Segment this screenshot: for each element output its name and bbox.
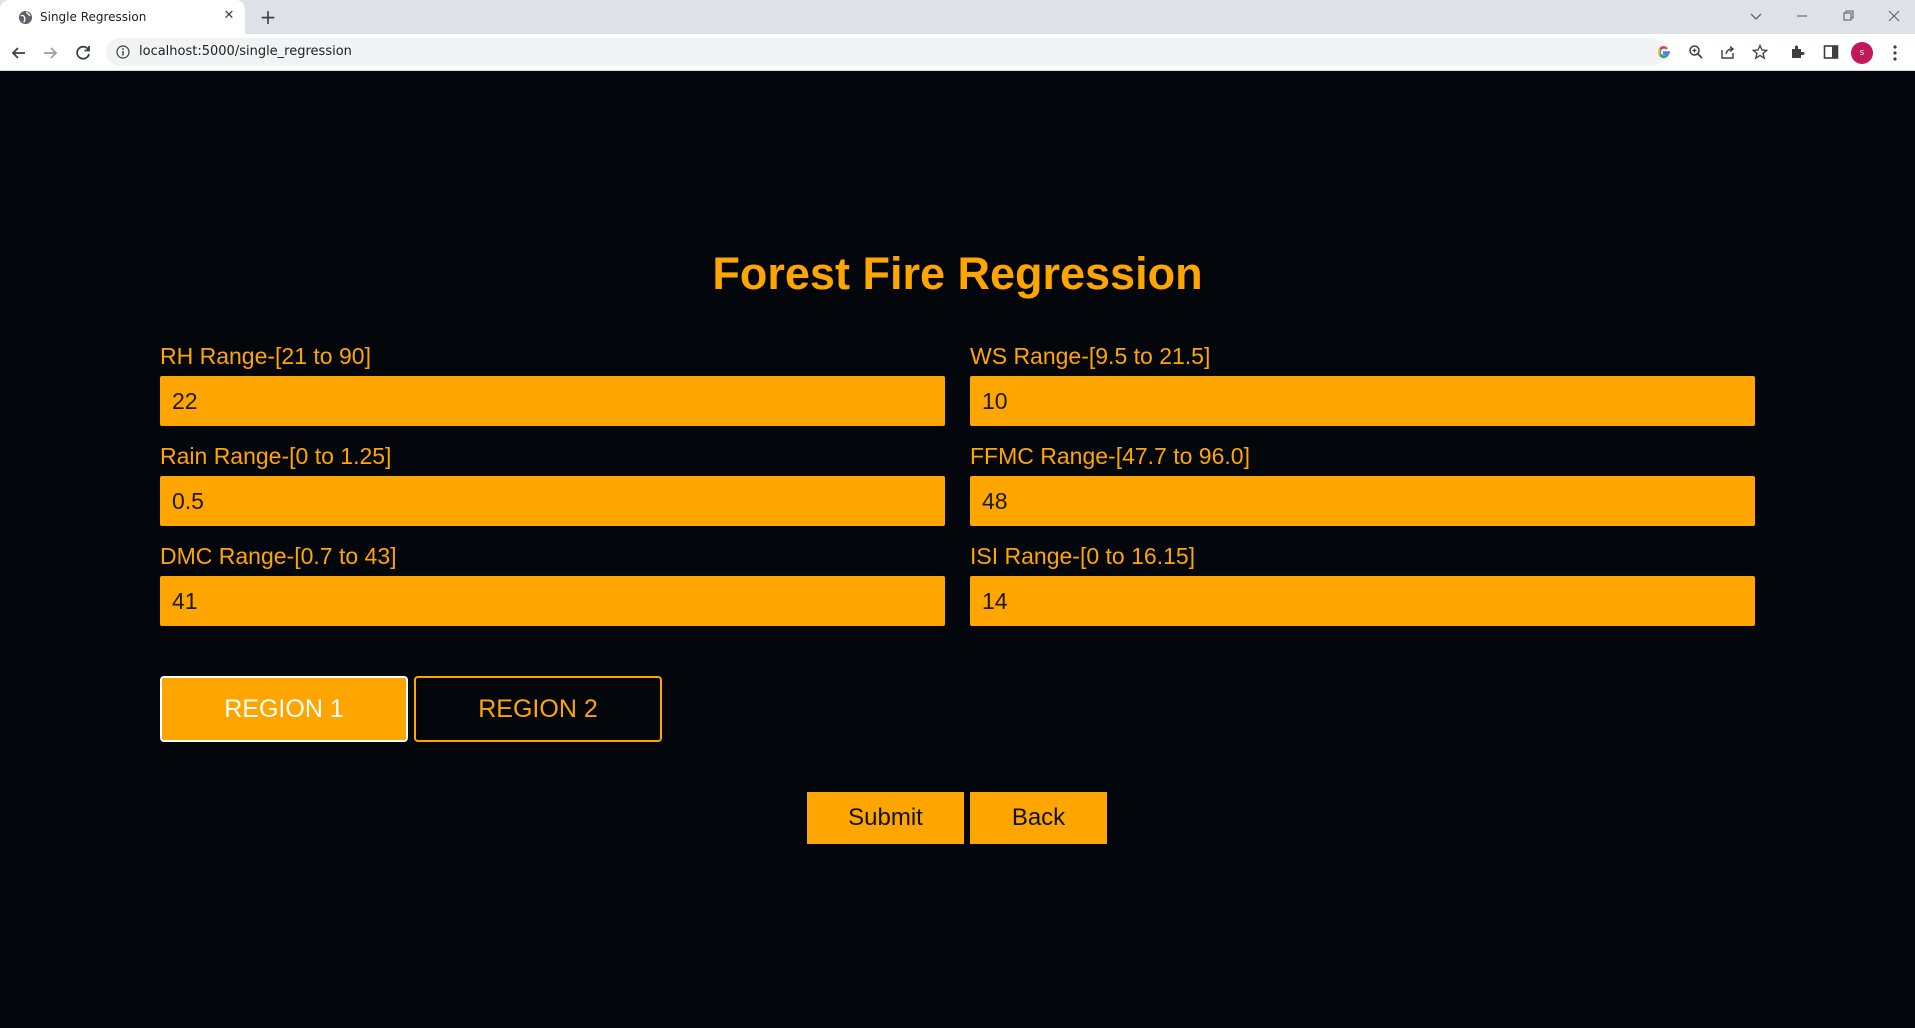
zoom-icon[interactable]: [1688, 44, 1704, 60]
ws-label: WS Range-[9.5 to 21.5]: [970, 343, 1211, 369]
tab-title: Single Regression: [40, 10, 147, 24]
address-bar[interactable]: localhost:5000/single_regression: [106, 38, 1768, 66]
google-icon[interactable]: [1656, 44, 1672, 60]
extensions-puzzle-icon[interactable]: [1789, 43, 1807, 61]
rain-label: Rain Range-[0 to 1.25]: [160, 443, 392, 469]
site-info-icon[interactable]: [116, 45, 130, 59]
ffmc-input[interactable]: [970, 476, 1755, 526]
bookmark-star-icon[interactable]: [1752, 44, 1768, 60]
dmc-label: DMC Range-[0.7 to 43]: [160, 543, 397, 569]
minimize-icon[interactable]: [1792, 6, 1812, 26]
rain-input[interactable]: [160, 476, 945, 526]
url-text: localhost:5000/single_regression: [139, 44, 352, 59]
more-menu-icon[interactable]: [1890, 42, 1900, 64]
new-tab-button[interactable]: +: [256, 5, 280, 29]
dmc-input[interactable]: [160, 576, 945, 626]
page-title: Forest Fire Regression: [712, 248, 1203, 299]
rh-label: RH Range-[21 to 90]: [160, 343, 371, 369]
region-1-button[interactable]: REGION 1: [160, 676, 408, 742]
profile-avatar[interactable]: s: [1851, 42, 1873, 64]
tab-search-icon[interactable]: [1746, 6, 1766, 26]
side-panel-icon[interactable]: [1822, 43, 1840, 61]
browser-tab-strip: Single Regression ✕ +: [0, 0, 1915, 34]
tab-close-icon[interactable]: ✕: [220, 7, 238, 25]
isi-input[interactable]: [970, 576, 1755, 626]
region-2-button[interactable]: REGION 2: [414, 676, 662, 742]
browser-tab[interactable]: Single Regression ✕: [0, 0, 245, 34]
reload-icon[interactable]: [72, 42, 94, 64]
browser-toolbar: localhost:5000/single_regression: [0, 34, 1915, 71]
ffmc-label: FFMC Range-[47.7 to 96.0]: [970, 443, 1250, 469]
restore-icon[interactable]: [1838, 6, 1858, 26]
back-button[interactable]: Back: [970, 792, 1107, 844]
ws-input[interactable]: [970, 376, 1755, 426]
share-icon[interactable]: [1720, 44, 1736, 60]
globe-icon: [18, 10, 33, 25]
back-arrow-icon[interactable]: [8, 42, 30, 64]
forward-arrow-icon[interactable]: [39, 42, 61, 64]
close-window-icon[interactable]: [1884, 6, 1904, 26]
isi-label: ISI Range-[0 to 16.15]: [970, 543, 1196, 569]
submit-button[interactable]: Submit: [807, 792, 964, 844]
rh-input[interactable]: [160, 376, 945, 426]
